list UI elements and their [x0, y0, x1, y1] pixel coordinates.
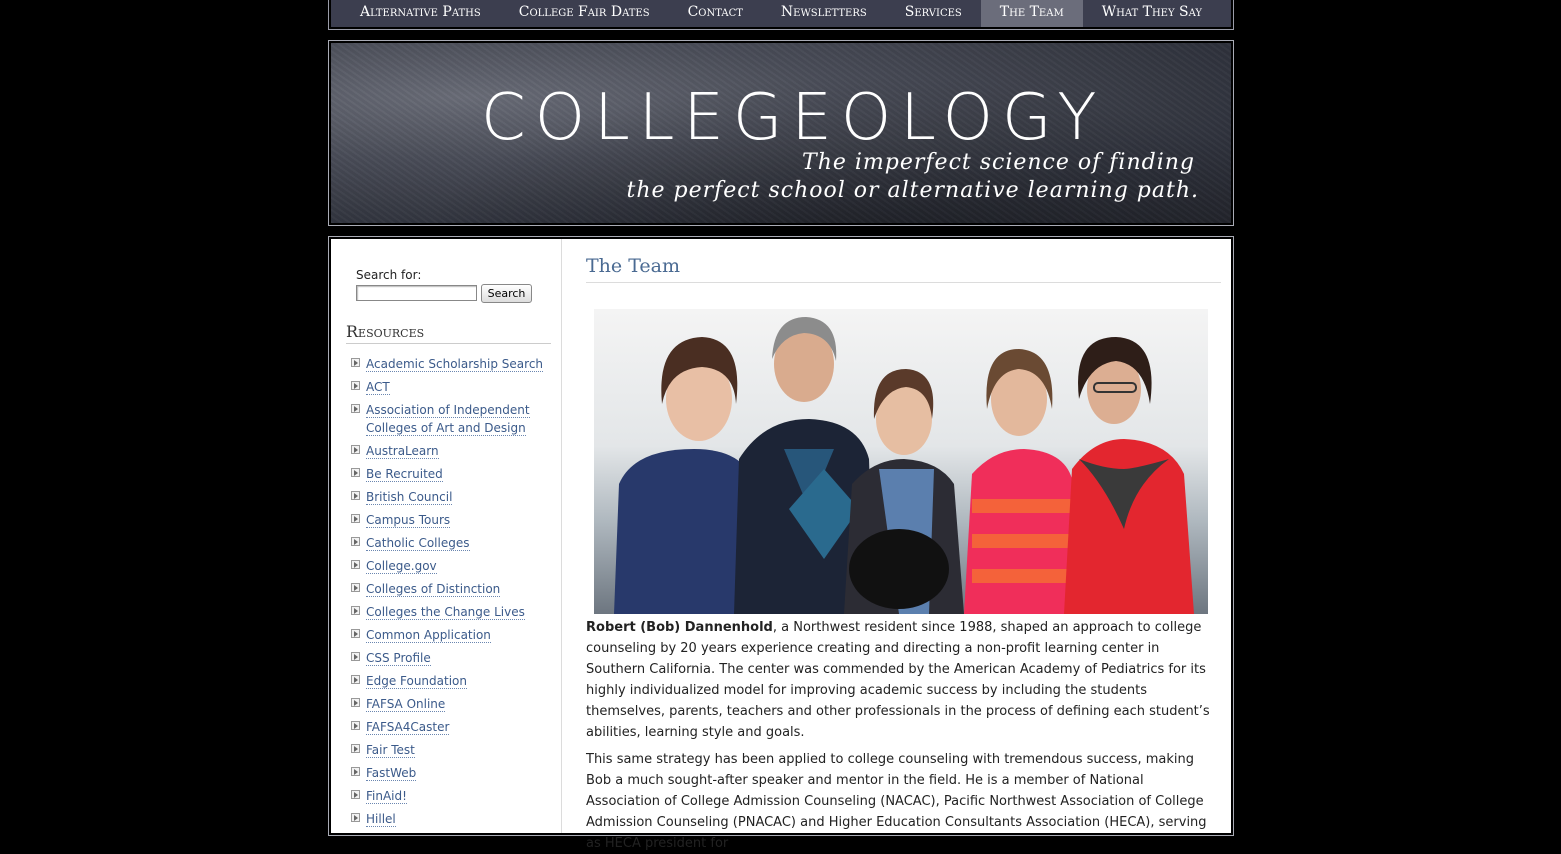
bullet-arrow-icon	[351, 790, 360, 799]
resource-link[interactable]: Association of Independent Colleges of A…	[366, 403, 530, 436]
bullet-arrow-icon	[351, 445, 360, 454]
resource-link[interactable]: Edge Foundation	[366, 674, 467, 689]
bullet-arrow-icon	[351, 583, 360, 592]
resource-link[interactable]: Common Application	[366, 628, 491, 643]
list-item: FAFSA Online	[349, 695, 549, 713]
resource-link[interactable]: Be Recruited	[366, 467, 443, 482]
resource-link[interactable]: FinAid!	[366, 789, 407, 804]
tagline-line-2: the perfect school or alternative learni…	[626, 178, 1199, 203]
bullet-arrow-icon	[351, 629, 360, 638]
nav-item-services[interactable]: Services	[886, 0, 981, 27]
search-input[interactable]	[356, 285, 477, 301]
list-item: Edge Foundation	[349, 672, 549, 690]
bullet-arrow-icon	[351, 675, 360, 684]
search-label: Search for:	[356, 268, 422, 282]
nav-item-college-fair-dates[interactable]: College Fair Dates	[500, 0, 669, 27]
banner-background: COLLEGEOLOGY The imperfect science of fi…	[331, 43, 1231, 223]
content-area: Search for: Search Resources Academic Sc…	[328, 236, 1234, 851]
list-item: Campus Tours	[349, 511, 549, 529]
bullet-arrow-icon	[351, 468, 360, 477]
nav-bar: Alternative Paths College Fair Dates Con…	[331, 0, 1231, 27]
resource-link[interactable]: Academic Scholarship Search	[366, 357, 544, 372]
list-item: FastWeb	[349, 764, 549, 782]
bullet-arrow-icon	[351, 404, 360, 413]
bio-name: Robert (Bob) Dannenhold	[586, 620, 773, 635]
list-item: Be Recruited	[349, 465, 549, 483]
nav-item-the-team[interactable]: The Team	[980, 0, 1083, 27]
resource-link[interactable]: British Council	[366, 490, 453, 505]
resource-link[interactable]: Colleges the Change Lives	[366, 605, 525, 620]
bullet-arrow-icon	[351, 744, 360, 753]
resource-link[interactable]: FastWeb	[366, 766, 417, 781]
list-item: Fair Test	[349, 741, 549, 759]
header-banner: COLLEGEOLOGY The imperfect science of fi…	[328, 40, 1234, 226]
nav-item-newsletters[interactable]: Newsletters	[762, 0, 886, 27]
bullet-arrow-icon	[351, 381, 360, 390]
resource-link[interactable]: ACT	[366, 380, 390, 395]
resource-link[interactable]: Catholic Colleges	[366, 536, 470, 551]
list-item: FinAid!	[349, 787, 549, 805]
bullet-arrow-icon	[351, 358, 360, 367]
bio-paragraph-2: This same strategy has been applied to c…	[586, 752, 1207, 851]
resources-list: Academic Scholarship Search ACT Associat…	[349, 355, 549, 833]
bullet-arrow-icon	[351, 537, 360, 546]
list-item: CSS Profile	[349, 649, 549, 667]
resource-link[interactable]: College.gov	[366, 559, 437, 574]
list-item: ACT	[349, 378, 549, 396]
list-item: Association of Independent Colleges of A…	[349, 401, 549, 437]
main-column: The Team Robert (Bob) Dannenhold, a Nort…	[581, 239, 1221, 851]
nav-item-alternative-paths[interactable]: Alternative Paths	[341, 0, 500, 27]
bio-paragraph-1: Robert (Bob) Dannenhold, a Northwest res…	[586, 617, 1216, 743]
resource-link[interactable]: Campus Tours	[366, 513, 451, 528]
resource-link[interactable]: AustraLearn	[366, 444, 439, 459]
list-item: Colleges of Distinction	[349, 580, 549, 598]
resource-link[interactable]: FAFSA Online	[366, 697, 446, 712]
list-item: British Council	[349, 488, 549, 506]
bullet-arrow-icon	[351, 813, 360, 822]
list-item: Hillel	[349, 810, 549, 828]
bullet-arrow-icon	[351, 652, 360, 661]
bullet-arrow-icon	[351, 721, 360, 730]
bullet-arrow-icon	[351, 514, 360, 523]
search-button[interactable]: Search	[481, 284, 532, 303]
site-title[interactable]: COLLEGEOLOGY	[481, 81, 1105, 155]
content-panel: Search for: Search Resources Academic Sc…	[331, 239, 1231, 851]
page-title: The Team	[586, 255, 1221, 283]
tagline-line-1: The imperfect science of finding	[802, 150, 1195, 175]
site-tagline: The imperfect science of finding the per…	[599, 149, 1199, 205]
bullet-arrow-icon	[351, 606, 360, 615]
resource-link[interactable]: Hillel	[366, 812, 396, 827]
bullet-arrow-icon	[351, 560, 360, 569]
list-item: Academic Scholarship Search	[349, 355, 549, 373]
bullet-arrow-icon	[351, 767, 360, 776]
bullet-arrow-icon	[351, 698, 360, 707]
resource-link[interactable]: Colleges of Distinction	[366, 582, 501, 597]
bio-text-1: , a Northwest resident since 1988, shape…	[586, 620, 1210, 740]
list-item: Colleges the Change Lives	[349, 603, 549, 621]
list-item: Common Application	[349, 626, 549, 644]
resource-link[interactable]: CSS Profile	[366, 651, 431, 666]
list-item: College.gov	[349, 557, 549, 575]
resource-link[interactable]: Fair Test	[366, 743, 415, 758]
team-photo	[594, 309, 1208, 614]
resource-link[interactable]: FAFSA4Caster	[366, 720, 450, 735]
sidebar: Search for: Search Resources Academic Sc…	[331, 239, 562, 833]
nav-item-what-they-say[interactable]: What They Say	[1083, 0, 1221, 27]
list-item: Catholic Colleges	[349, 534, 549, 552]
list-item: FAFSA4Caster	[349, 718, 549, 736]
bullet-arrow-icon	[351, 491, 360, 500]
nav-item-contact[interactable]: Contact	[669, 0, 762, 27]
top-navigation: Alternative Paths College Fair Dates Con…	[328, 0, 1234, 30]
resources-heading: Resources	[346, 322, 551, 344]
team-photo-illustration	[594, 309, 1208, 614]
list-item: AustraLearn	[349, 442, 549, 460]
